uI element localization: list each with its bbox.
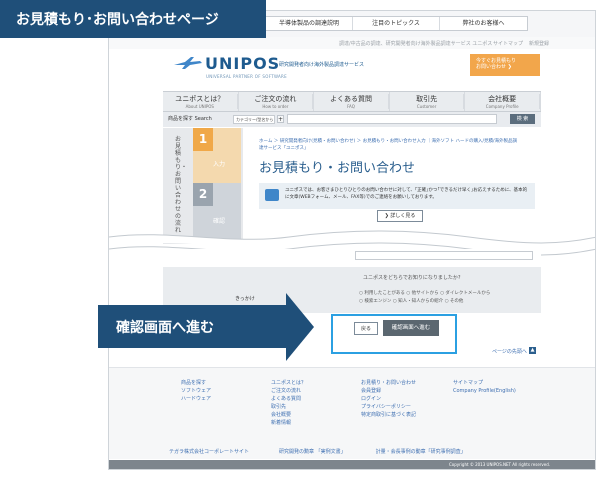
footer-link[interactable]: よくある質問	[271, 395, 306, 403]
nav-faq-sub: FAQ	[314, 104, 389, 109]
mail-icon	[265, 189, 279, 201]
footer-link[interactable]: 取引先	[271, 403, 306, 411]
logo[interactable]: UNIPOS	[205, 54, 280, 73]
register-link[interactable]: 新規登録	[529, 40, 549, 47]
more-details-button[interactable]: ❯ 詳しく見る	[377, 210, 423, 222]
flow-title: お見積もり・お問い合わせの流れ	[175, 136, 188, 234]
category-select[interactable]: カテゴリー/型名から	[233, 115, 275, 124]
footer-link[interactable]: 特定商取引に基づく表記	[361, 411, 416, 419]
footer-bottom-link[interactable]: テガラ株式会社コーポレートサイト	[169, 448, 249, 455]
search-bar: 商品を探す Search カテゴリー/型名から + 検 索	[163, 112, 541, 127]
sub-row: 調達/中古品の調達、研究開発者向け海外製品調達サービス ユニポス サイトマップ …	[109, 37, 595, 49]
nav-company[interactable]: 会社概要 Company Profile	[465, 92, 541, 111]
top-tab-1[interactable]: 半導体製品の調達説明	[266, 17, 353, 30]
footer-link[interactable]: 商品を探す	[181, 379, 211, 387]
source-options-row-1[interactable]: ○ 利用したことがある ○ 他サイトから ○ ダイレクトメールから	[359, 290, 490, 296]
nav-faq[interactable]: よくある質問 FAQ	[314, 92, 390, 111]
footer-link[interactable]: お見積り・お問い合わせ	[361, 379, 416, 387]
footer-link[interactable]: プライバシーポリシー	[361, 403, 416, 411]
info-text: ユニポスでは、お客さまひとりひとりのお問い合わせに対して、｢正確｣かつ｢できるだ…	[285, 188, 528, 200]
nav-company-label: 会社概要	[465, 94, 540, 104]
step-1-number: 1	[193, 128, 213, 151]
footer-col-4: サイトマップ Company Profile(English)	[453, 379, 516, 395]
footer-link[interactable]: 会員登録	[361, 387, 416, 395]
main-navigation: ユニポスとは？ About UNIPOS ご注文の流れ How to order よ…	[163, 91, 541, 112]
search-label: 商品を探す Search	[168, 116, 212, 122]
source-label: きっかけ	[235, 296, 255, 302]
top-tab-3[interactable]: 弊社のお客様へ	[440, 17, 527, 30]
search-button[interactable]: 検 索	[510, 114, 535, 124]
breadcrumb[interactable]: ホーム ＞ 研究開発者向け(見積・お問い合わせ) ＞ お見積もり・お問い合わせ入…	[259, 138, 519, 152]
site-description: 調達/中古品の調達、研究開発者向け海外製品調達サービス ユニポス	[339, 41, 493, 47]
footer-bottom-links: テガラ株式会社コーポレートサイト 研究開発の勲章 「実例文書」 計量・会長事例の…	[169, 448, 466, 455]
up-arrow-icon[interactable]: ▲	[529, 347, 536, 354]
plane-icon	[174, 57, 202, 69]
page-title: お見積もり・お問い合わせ	[259, 161, 416, 176]
search-input[interactable]	[287, 114, 497, 124]
annotation-arrow: 確認画面へ進む	[98, 293, 314, 361]
step-2-label: 確認	[213, 218, 226, 225]
copyright: Copyright © 2013 UNIPOS.NET All rights r…	[109, 460, 595, 469]
nav-about[interactable]: ユニポスとは？ About UNIPOS	[163, 92, 239, 111]
footer-bottom-link[interactable]: 計量・会長事例の動章「研究事例調査」	[376, 448, 466, 455]
footer-col-1: 商品を探す ソフトウェア ハードウェア	[181, 379, 211, 403]
footer-link[interactable]: Company Profile(English)	[453, 387, 516, 395]
source-question: ユニポスをどちらでお知りになりましたか?	[363, 275, 461, 281]
footer-bottom-link[interactable]: 研究開発の勲章 「実例文書」	[279, 448, 346, 455]
footer-col-2: ユニポスとは？ ご注文の流れ よくある質問 取引先 会社概要 新着情報	[271, 379, 306, 427]
cta-line-2: お問い合わせ ❯	[476, 64, 512, 70]
nav-customer-label: 取引先	[390, 94, 465, 104]
nav-about-sub: About UNIPOS	[163, 104, 238, 109]
footer-link[interactable]: ユニポスとは？	[271, 379, 306, 387]
top-tabs: 半導体製品の調達説明 注目のトピックス 弊社のお客様へ	[265, 16, 528, 31]
nav-customer-sub: Customer	[390, 104, 465, 109]
nav-about-label: ユニポスとは？	[163, 94, 238, 104]
nav-company-sub: Company Profile	[465, 104, 540, 109]
logo-tagline: 研究開発者向け海外製品調達サービス	[279, 62, 365, 68]
top-tab-2[interactable]: 注目のトピックス	[353, 17, 440, 30]
page-top-link[interactable]: ページの先頭へ	[492, 348, 527, 355]
info-box: ユニポスでは、お客さまひとりひとりのお問い合わせに対して、｢正確｣かつ｢できるだ…	[259, 183, 535, 209]
nav-faq-label: よくある質問	[314, 94, 389, 104]
arrow-head	[286, 293, 314, 361]
nav-customer[interactable]: 取引先 Customer	[390, 92, 466, 111]
quote-cta-button[interactable]: 今すぐお見積もり お問い合わせ ❯	[470, 54, 540, 76]
annotation-label: 確認画面へ進む	[98, 305, 286, 348]
screenshot-frame: 半導体製品の調達説明 注目のトピックス 弊社のお客様へ 調達/中古品の調達、研究…	[108, 10, 596, 470]
title-badge: お見積もり･お問い合わせページ	[0, 0, 266, 38]
add-category-button[interactable]: +	[277, 115, 284, 123]
footer-link[interactable]: ご注文の流れ	[271, 387, 306, 395]
footer-link[interactable]: ソフトウェア	[181, 387, 211, 395]
nav-howto-label: ご注文の流れ	[239, 94, 314, 104]
text-field[interactable]	[355, 251, 533, 260]
page: 半導体製品の調達説明 注目のトピックス 弊社のお客様へ 調達/中古品の調達、研究…	[0, 0, 605, 479]
nav-howto-sub: How to order	[239, 104, 314, 109]
source-options-row-2[interactable]: ○ 検索エンジン ○ 知人・知人からの紹介 ○ その他	[359, 298, 463, 304]
footer-link[interactable]: 会社概要	[271, 411, 306, 419]
back-button[interactable]: 戻る	[354, 322, 378, 335]
footer-link[interactable]: サイトマップ	[453, 379, 516, 387]
footer-link[interactable]: 新着情報	[271, 419, 306, 427]
step-2-number: 2	[193, 183, 213, 206]
sitemap-link[interactable]: サイトマップ	[493, 40, 523, 47]
footer-col-3: お見積り・お問い合わせ 会員登録 ログイン プライバシーポリシー 特定商取引に基…	[361, 379, 416, 419]
logo-subtitle: UNIVERSAL PARTNER OF SOFTWARE	[206, 74, 287, 79]
footer-link[interactable]: ログイン	[361, 395, 416, 403]
footer-link[interactable]: ハードウェア	[181, 395, 211, 403]
nav-howto[interactable]: ご注文の流れ How to order	[239, 92, 315, 111]
step-1-label: 入力	[213, 161, 226, 168]
confirm-button[interactable]: 確認画面へ進む	[383, 320, 439, 336]
